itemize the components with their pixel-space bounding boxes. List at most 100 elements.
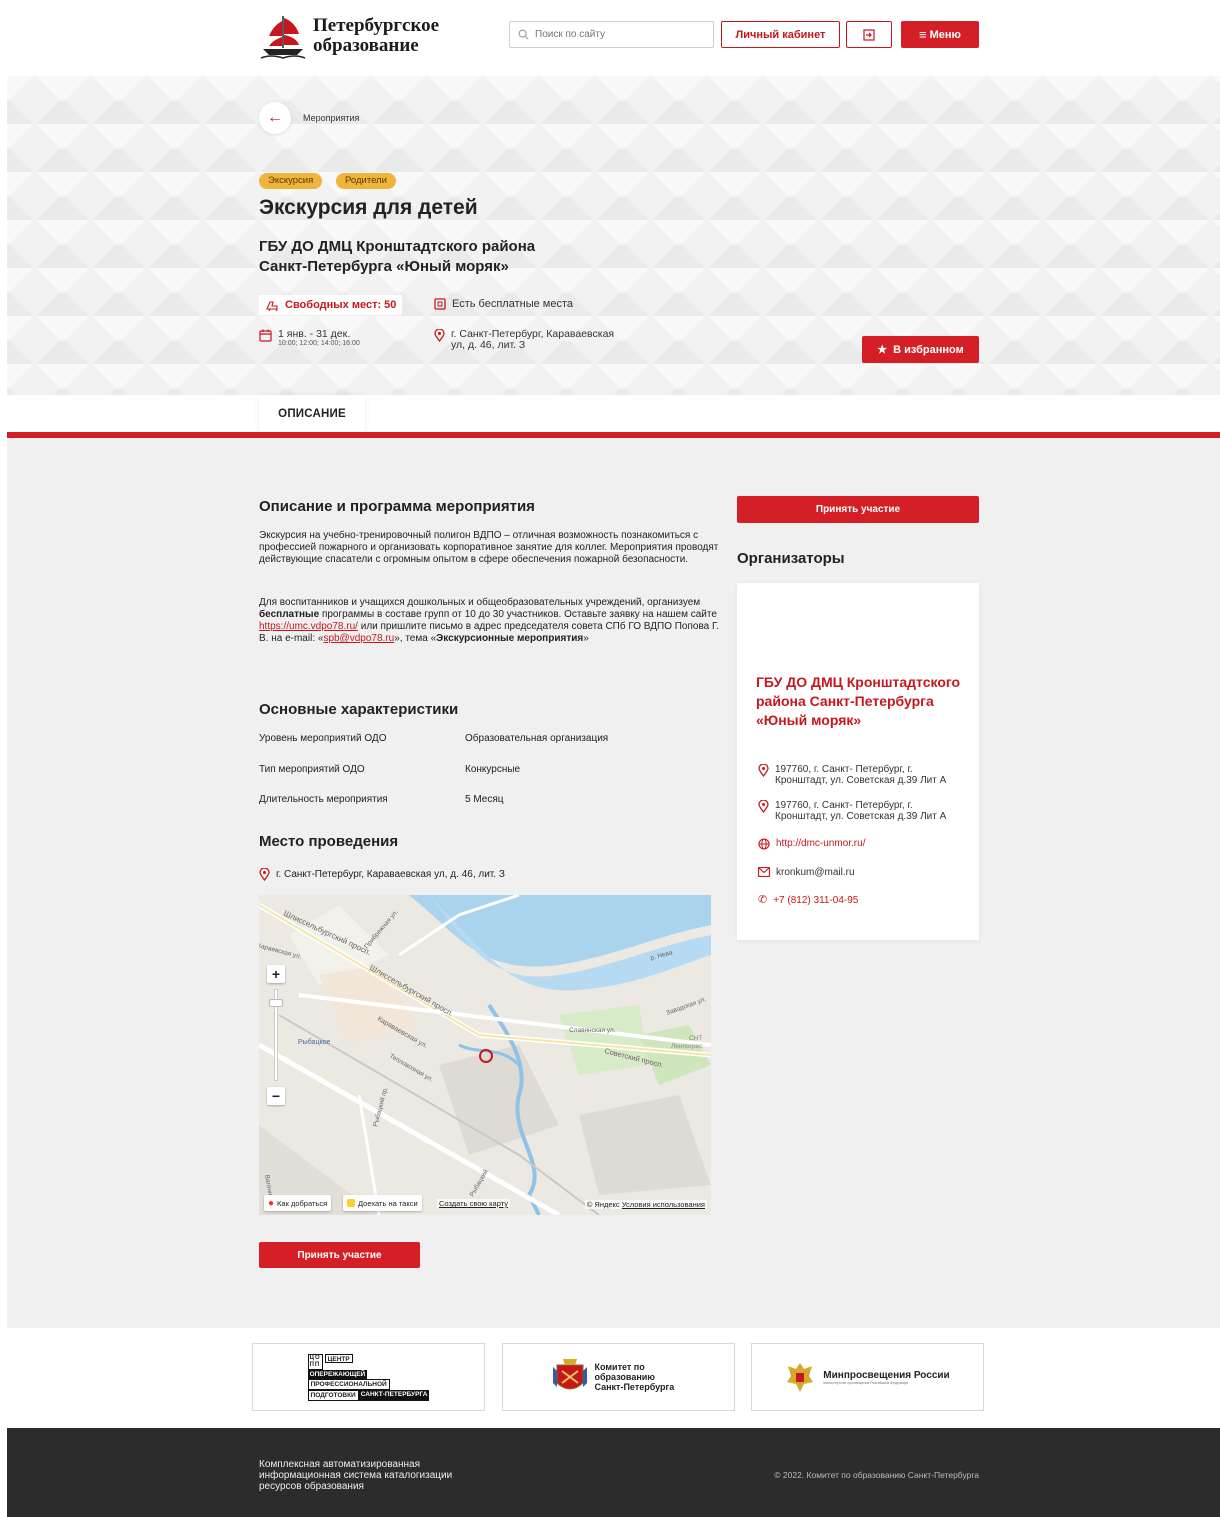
characteristic-label: Длительность мероприятия [259,794,388,805]
para2-bold: бесплатные [259,609,320,620]
ministry-text: Минпросвещения России Министерство просв… [823,1370,949,1385]
breadcrumb[interactable]: Мероприятия [303,113,359,123]
route-pin-icon: ● [268,1197,275,1209]
event-dates: 1 янв. - 31 дек. 10:00; 12:00; 14:00; 16… [259,329,360,347]
map-label: Ленпогрес [671,1043,703,1050]
organizer-address: 197760, г. Санкт- Петербург, г. Кронштад… [758,764,965,786]
characteristic-label: Уровень мероприятий ОДО [259,733,387,744]
para2-text-b: программы в составе групп от 10 до 30 уч… [319,609,717,620]
date-range: 1 янв. - 31 дек. [278,328,351,340]
tag-parents[interactable]: Родители [336,173,396,189]
site-logo[interactable]: Петербургское образование [259,12,439,60]
location-pin-icon [434,329,445,342]
zoom-in-button[interactable]: + [267,965,285,983]
partner-committee[interactable]: Комитет по образованию Санкт-Петербурга [502,1343,735,1411]
venue-map[interactable]: Шлиссельбургский просп. Шлиссельбургский… [259,895,711,1215]
footer-system-name: Комплексная автоматизированная информаци… [259,1459,453,1492]
characteristic-row: Длительность мероприятия 5 Месяц [259,794,504,805]
organizer-website-link[interactable]: http://dmc-unmor.ru/ [776,838,865,850]
address-text: г. Санкт-Петербург, Караваевская ул, д. … [451,328,615,351]
organizer-website[interactable]: http://dmc-unmor.ru/ [758,838,865,850]
back-button[interactable]: ← [259,102,291,134]
cop-logo: ЦО ПП ЦЕНТР ОПЕРЕЖАЮЩЕЙ ПРОФЕССИОНАЛЬНОЙ… [307,1353,430,1401]
create-map-link[interactable]: Создать свою карту [437,1199,511,1208]
characteristic-value: 5 Месяц [465,794,504,805]
personal-cabinet-button[interactable]: Личный кабинет [721,21,840,48]
ship-logo-icon [260,16,306,59]
free-places-text: Есть бесплатные места [452,298,573,310]
partner-ministry[interactable]: Минпросвещения России Министерство просв… [751,1343,984,1411]
search-box[interactable] [509,21,714,48]
free-seats-text: Свободных мест: 50 [285,299,397,311]
characteristics-heading: Основные характеристики [259,701,459,718]
venue-heading: Место проведения [259,833,399,850]
join-button-side[interactable]: Принять участие [737,496,979,523]
logo-line-1: Петербургское [313,15,440,36]
route-label: Как добраться [277,1198,328,1208]
organizer-name[interactable]: ГБУ ДО ДМЦ Кронштадтского района Санкт-П… [756,673,961,730]
partner-cop[interactable]: ЦО ПП ЦЕНТР ОПЕРЕЖАЮЩЕЙ ПРОФЕССИОНАЛЬНОЙ… [252,1343,485,1411]
logo-text: Петербургское образование [313,16,439,56]
description-paragraph-2: Для воспитанников и учащихся дошкольных … [259,597,719,645]
organizer-email-text[interactable]: kronkum@mail.ru [776,867,855,878]
taxi-icon [347,1199,355,1207]
para2-topic: Экскурсионные мероприятия [436,633,584,644]
characteristic-value: Образовательная организация [465,733,609,744]
free-places: Есть бесплатные места [434,298,573,310]
arrow-left-icon: ← [267,109,283,126]
zoom-out-button[interactable]: − [267,1087,285,1105]
phone-icon: ✆ [758,894,768,906]
route-button[interactable]: ● Как добраться [264,1195,332,1211]
footer-copyright: © 2022. Комитет по образованию Санкт-Пет… [774,1470,979,1480]
globe-icon [758,838,770,850]
map-terms-link[interactable]: Условия использования [622,1200,705,1209]
star-icon: ★ [877,344,888,356]
description-heading: Описание и программа мероприятия [259,498,535,515]
tag-excursion[interactable]: Экскурсия [259,173,323,189]
ministry-subtitle: Министерство просвещения Российской Феде… [823,1380,909,1385]
seat-icon [266,301,278,311]
ticket-icon [434,298,446,310]
organizer-phone-text[interactable]: +7 (812) 311-04-95 [773,895,858,906]
cop-mark-2: ПП [309,1361,321,1368]
map-label: Рыбацкое [298,1038,330,1046]
login-button[interactable] [846,21,892,48]
zoom-control: + − [267,965,285,1105]
characteristic-row: Уровень мероприятий ОДО Образовательная … [259,733,608,744]
search-input[interactable] [535,29,705,40]
map-canvas[interactable]: Шлиссельбургский просп. Шлиссельбургский… [259,895,711,1215]
free-seats-badge: Свободных мест: 50 [259,295,403,315]
organizer-phone[interactable]: ✆ +7 (812) 311-04-95 [758,894,858,907]
tab-description[interactable]: ОПИСАНИЕ [259,395,365,433]
join-button-bottom[interactable]: Принять участие [259,1242,420,1268]
cop-mark-1: ЦО [309,1354,321,1361]
zoom-slider-handle[interactable] [269,999,283,1007]
event-organizer: ГБУ ДО ДМЦ Кронштадтского района Санкт-П… [259,238,536,275]
map-copyright: © Яндекс Условия использования [584,1200,707,1209]
organizer-email[interactable]: kronkum@mail.ru [758,867,855,878]
taxi-button[interactable]: Доехать на такси [343,1195,422,1211]
logo-line-2: образование [313,35,419,56]
venue-address-text: г. Санкт-Петербург, Караваевская ул, д. … [276,869,505,880]
favorite-button[interactable]: ★ В избранном [862,336,979,363]
cop-line-4: ПОДГОТОВКИ [307,1389,359,1401]
characteristic-label: Тип мероприятий ОДО [259,764,365,775]
favorite-label: В избранном [893,343,964,356]
umc-link[interactable]: https://umc.vdpo78.ru/ [259,621,358,632]
characteristic-value: Конкурсные [465,764,521,775]
cop-line-5: САНКТ-ПЕТЕРБУРГА [358,1389,430,1401]
para2-text-e: » [583,633,589,644]
location-pin-icon [259,868,270,881]
location-pin-icon [758,764,769,777]
cop-line-3: ПРОФЕССИОНАЛЬНОЙ [307,1378,390,1390]
main-content: Описание и программа мероприятия Экскурс… [7,438,1220,1328]
email-link[interactable]: spb@vdpo78.ru [323,633,394,644]
site-header: Петербургское образование Личный кабинет… [7,0,1220,76]
yandex-copyright: © Яндекс [586,1200,620,1209]
menu-button[interactable]: ≡ Меню [901,21,979,48]
time-slots: 10:00; 12:00; 14:00; 16:00 [278,340,360,347]
event-hero: ← Мероприятия Экскурсия Родители Экскурс… [7,76,1220,395]
map-label: Славянская ул. [569,1027,616,1034]
cop-mark: ЦО ПП [307,1353,323,1370]
login-icon [863,28,875,41]
